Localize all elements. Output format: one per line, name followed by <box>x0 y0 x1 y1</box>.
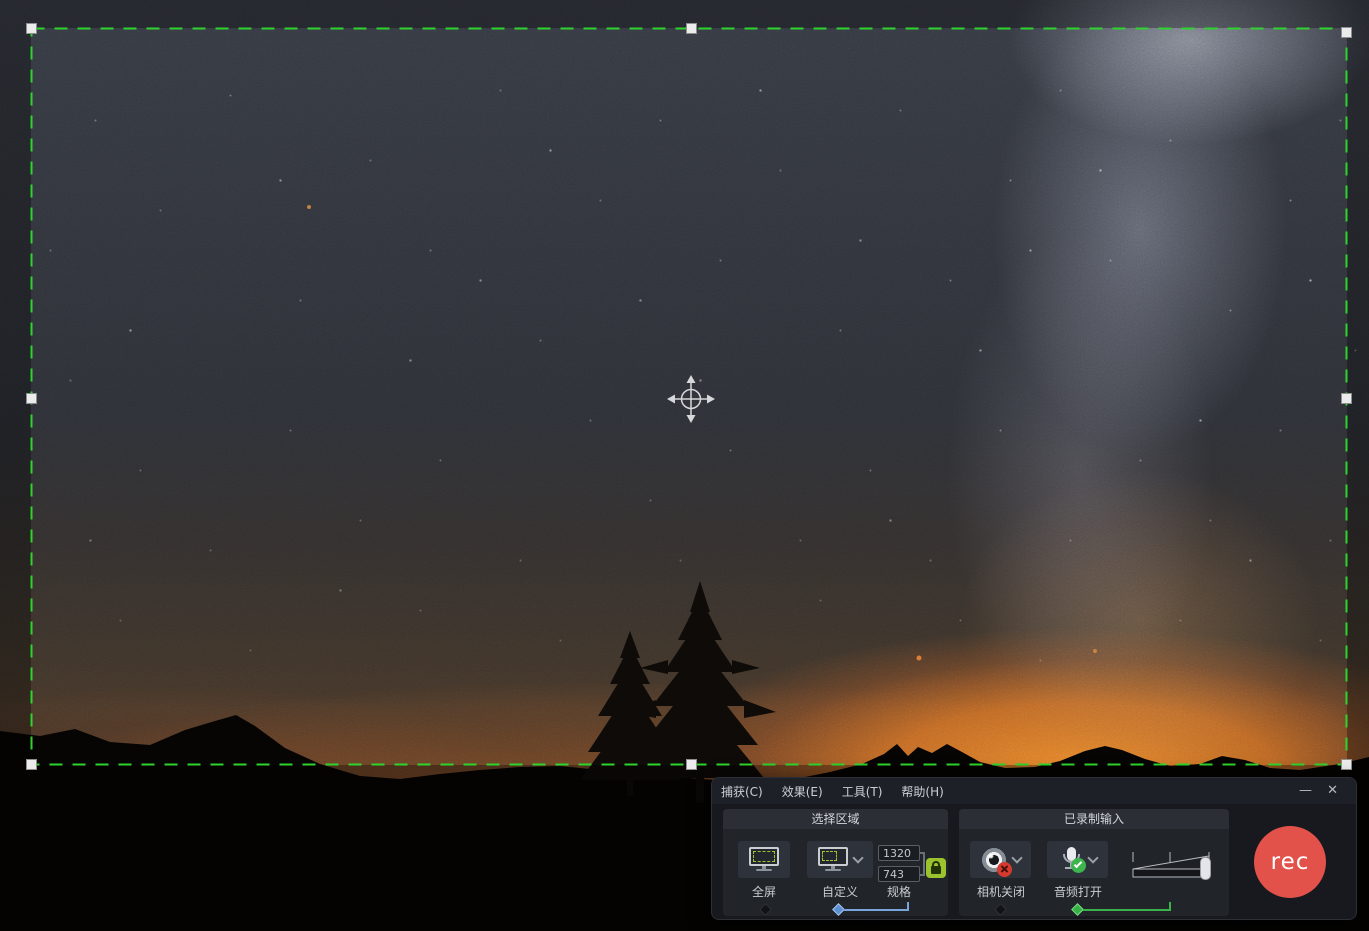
chevron-down-icon[interactable] <box>852 852 863 863</box>
chevron-down-icon[interactable] <box>1011 852 1022 863</box>
camera-button[interactable] <box>970 841 1031 878</box>
menu-tools[interactable]: 工具(T) <box>842 783 883 800</box>
audio-indicator-tick <box>1169 902 1171 911</box>
camera-off-badge <box>997 862 1012 877</box>
resize-handle-bottom-right[interactable] <box>1341 759 1352 770</box>
audio-status-label: 音频打开 <box>1043 883 1113 900</box>
record-button[interactable]: rec <box>1254 826 1326 898</box>
menu-capture[interactable]: 捕获(C) <box>721 783 763 800</box>
menu-effects[interactable]: 效果(E) <box>782 783 823 800</box>
audio-button[interactable] <box>1047 841 1108 878</box>
width-input[interactable] <box>878 845 920 861</box>
move-crosshair-icon[interactable] <box>661 369 721 429</box>
resize-handle-middle-right[interactable] <box>1341 393 1352 404</box>
camera-icon <box>981 847 1007 873</box>
audio-on-badge <box>1071 858 1086 873</box>
screen: 捕获(C) 效果(E) 工具(T) 帮助(H) — ✕ 选择区域 全屏 <box>0 0 1369 931</box>
selection-area-group: 选择区域 全屏 自定义 规格 <box>723 809 948 916</box>
selection-area-title: 选择区域 <box>723 809 948 829</box>
microphone-icon <box>1059 847 1083 873</box>
resize-handle-top-left[interactable] <box>26 23 37 34</box>
recorded-inputs-title: 已录制输入 <box>959 809 1229 829</box>
mode-marker-fullscreen[interactable] <box>759 903 772 916</box>
custom-monitor-icon <box>818 847 848 873</box>
custom-area-label: 自定义 <box>803 883 877 900</box>
minimize-icon[interactable]: — <box>1299 783 1312 799</box>
resize-handle-top-right[interactable] <box>1341 27 1352 38</box>
fullscreen-monitor-icon <box>749 847 779 873</box>
custom-mode-indicator-line <box>843 909 907 911</box>
custom-area-button[interactable] <box>807 841 873 878</box>
recorder-panel: 捕获(C) 效果(E) 工具(T) 帮助(H) — ✕ 选择区域 全屏 <box>711 777 1357 920</box>
fullscreen-label: 全屏 <box>738 883 790 900</box>
resize-handle-middle-left[interactable] <box>26 393 37 404</box>
resize-handle-bottom-left[interactable] <box>26 759 37 770</box>
custom-mode-indicator-tick <box>907 902 909 911</box>
resize-handle-top-middle[interactable] <box>686 23 697 34</box>
lock-connector <box>923 852 925 876</box>
chevron-down-icon[interactable] <box>1087 852 1098 863</box>
spec-label: 规格 <box>875 883 923 900</box>
close-icon[interactable]: ✕ <box>1327 783 1338 799</box>
camera-status-label: 相机关闭 <box>966 883 1036 900</box>
menu-bar: 捕获(C) 效果(E) 工具(T) 帮助(H) <box>712 778 1356 804</box>
audio-indicator-line <box>1083 909 1169 911</box>
resize-handle-bottom-middle[interactable] <box>686 759 697 770</box>
input-marker-camera[interactable] <box>994 903 1007 916</box>
recorded-inputs-group: 已录制输入 相机关闭 音频打开 <box>959 809 1229 916</box>
height-input[interactable] <box>878 866 920 882</box>
volume-slider-handle[interactable] <box>1200 857 1211 880</box>
menu-help[interactable]: 帮助(H) <box>901 783 943 800</box>
input-marker-audio-active[interactable] <box>1071 903 1084 916</box>
fullscreen-button[interactable] <box>738 841 790 878</box>
aspect-lock-icon[interactable] <box>926 858 946 878</box>
